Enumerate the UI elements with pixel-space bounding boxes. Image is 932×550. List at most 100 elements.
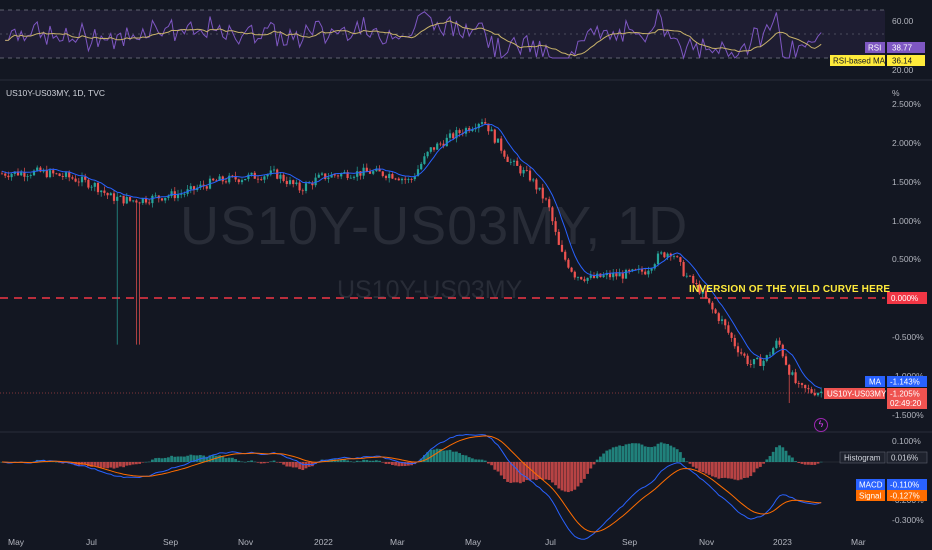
candle-body	[77, 181, 80, 183]
histogram-bar	[791, 457, 794, 462]
candle-body	[87, 179, 90, 188]
candle-body	[484, 122, 487, 124]
candle-body	[500, 138, 503, 151]
histogram-bar	[275, 462, 279, 463]
candle-body	[317, 174, 320, 178]
histogram-bar	[282, 462, 285, 465]
candle-body	[781, 344, 784, 357]
watermark-main: US10Y-US03MY, 1D	[180, 196, 689, 256]
histogram-bar	[749, 462, 753, 477]
histogram-bar	[295, 462, 298, 468]
candle-body	[276, 169, 279, 179]
histogram-bar	[631, 443, 634, 462]
candle-body	[602, 275, 605, 278]
price-tick: -0.500%	[892, 332, 924, 342]
histogram-bar	[147, 461, 151, 463]
time-tick: Sep	[163, 537, 178, 547]
histogram-bar	[163, 457, 167, 462]
histogram-bar	[269, 461, 273, 462]
candle-body	[538, 187, 541, 190]
histogram-bar	[759, 462, 762, 467]
candle-body	[733, 337, 736, 347]
candle-body	[596, 273, 599, 278]
macd-name: MACD	[859, 481, 883, 490]
candle-body	[608, 273, 612, 278]
histogram-bar	[141, 462, 145, 463]
histogram-bar	[125, 462, 129, 466]
histogram-bar	[250, 460, 253, 462]
rsi-tick-20: 20.00	[892, 65, 914, 75]
histogram-bar	[506, 462, 509, 482]
histogram-bar	[781, 447, 785, 462]
candle-body	[621, 273, 624, 279]
histogram-bar	[800, 462, 804, 464]
histogram-bar	[263, 462, 266, 464]
histogram-bar	[634, 443, 637, 462]
candle-body	[151, 195, 154, 204]
histogram-bar	[355, 460, 359, 462]
candle-body	[103, 190, 106, 193]
histogram-bar	[186, 455, 189, 462]
rsi-tick-60: 60.00	[892, 16, 914, 26]
histogram-bar	[595, 459, 599, 462]
histogram-bar	[109, 462, 113, 468]
histogram-bar	[666, 443, 669, 462]
histogram-bar	[755, 462, 759, 469]
histogram-bar	[371, 460, 375, 462]
candle-body	[388, 174, 391, 179]
histogram-bar	[387, 462, 391, 464]
candle-body	[132, 200, 135, 202]
histogram-bar	[381, 462, 385, 463]
candle-body	[64, 172, 68, 177]
candle-body	[116, 196, 119, 201]
histogram-bar	[560, 462, 564, 491]
histogram-bar	[803, 462, 807, 465]
time-tick: May	[465, 537, 482, 547]
histogram-bar	[291, 462, 295, 468]
histogram-bar	[243, 461, 247, 463]
chart-canvas[interactable]: 60.00 20.00 RSI 38.77 RSI-based MA 36.14…	[0, 0, 932, 550]
candle-body	[612, 273, 615, 278]
histogram-bar	[112, 462, 116, 469]
candle-body	[580, 276, 583, 280]
histogram-bar	[563, 462, 567, 492]
countdown: 02:49:20	[890, 399, 922, 408]
lightning-icon[interactable]: ϟ	[814, 418, 828, 432]
symbol-value: -1.205%	[890, 390, 920, 399]
histogram-bar	[570, 462, 573, 492]
histogram-bar	[464, 455, 468, 462]
price-tick: 1.500%	[892, 177, 921, 187]
histogram-bar	[576, 462, 580, 487]
histogram-bar	[138, 462, 141, 464]
histogram-bar	[647, 446, 650, 462]
candle-body	[746, 355, 749, 365]
candle-body	[333, 174, 336, 176]
histogram-bar	[775, 447, 778, 462]
histogram-bar	[714, 462, 717, 478]
histogram-bar	[704, 462, 708, 474]
histogram-bar	[707, 462, 711, 475]
candle-body	[314, 177, 317, 186]
candle-body	[55, 173, 58, 175]
candle-body	[125, 197, 128, 204]
histogram-bar	[237, 460, 241, 462]
candle-body	[519, 165, 522, 174]
candle-body	[711, 302, 714, 310]
candle-body	[84, 176, 87, 180]
histogram-bar	[736, 462, 740, 481]
candle-body	[407, 179, 410, 180]
candle-body	[426, 151, 429, 157]
candle-body	[394, 178, 397, 180]
histogram-bar	[653, 446, 657, 462]
time-tick: May	[8, 537, 25, 547]
histogram-bar	[679, 452, 682, 462]
histogram-bar	[685, 461, 689, 462]
inversion-annotation: INVERSION OF THE YIELD CURVE HERE	[689, 284, 891, 295]
histogram-bar	[778, 445, 781, 462]
histogram-bar	[119, 462, 122, 467]
histogram-bar	[218, 455, 221, 462]
histogram-bar	[797, 462, 801, 463]
candle-body	[570, 267, 573, 272]
candle-body	[365, 167, 368, 172]
price-axis: 2.500% 2.000% 1.500% 1.000% 0.500% -0.50…	[892, 99, 924, 420]
